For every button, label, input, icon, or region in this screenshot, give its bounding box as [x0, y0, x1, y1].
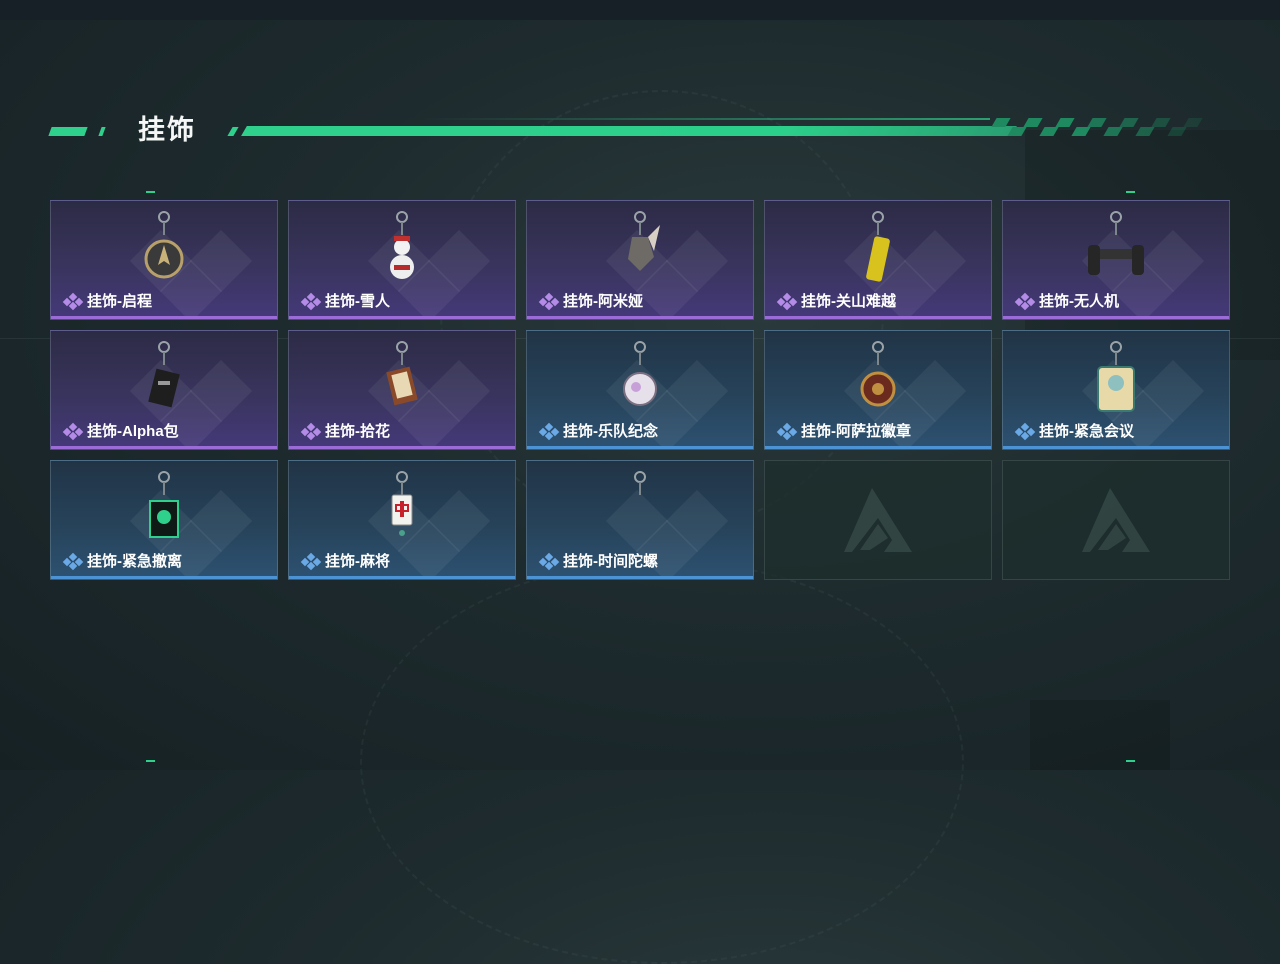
rarity-diamond-icon: [1014, 292, 1036, 310]
snowman-charm-icon: [390, 211, 414, 279]
charm-label: 挂饰-关山难越: [776, 290, 896, 311]
charm-label: 挂饰-乐队纪念: [538, 420, 658, 441]
empty-slot[interactable]: [1002, 460, 1230, 580]
band-badge-charm-icon: [623, 341, 657, 406]
compass-charm-icon: [144, 211, 184, 279]
rarity-bar: [765, 446, 991, 449]
header-accent: [227, 127, 239, 136]
charm-label: 挂饰-Alpha包: [62, 420, 179, 441]
gold-bar-charm-icon: [866, 211, 890, 282]
charm-card[interactable]: 挂饰-时间陀螺: [526, 460, 754, 580]
charm-label: 挂饰-拾花: [300, 420, 390, 441]
charm-label: 挂饰-紧急撤离: [62, 550, 182, 571]
charm-name: 挂饰-启程: [87, 293, 152, 310]
page-title: 挂饰: [138, 115, 196, 145]
charm-name: 挂饰-紧急撤离: [87, 553, 182, 570]
rarity-diamond-icon: [776, 292, 798, 310]
bg-structure: [1030, 700, 1170, 770]
charm-name: 挂饰-麻将: [325, 553, 390, 570]
charm-card[interactable]: 挂饰-关山难越: [764, 200, 992, 320]
charm-label: 挂饰-紧急会议: [1014, 420, 1134, 441]
empty-slot[interactable]: [764, 460, 992, 580]
charm-label: 挂饰-时间陀螺: [538, 550, 658, 571]
rarity-bar: [765, 316, 991, 319]
header-accent: [98, 127, 106, 136]
bg-ring: [360, 560, 964, 964]
charm-name: 挂饰-阿米娅: [563, 293, 643, 310]
flower-frame-charm-icon: [386, 341, 418, 406]
charm-grid: 挂饰-启程 挂饰-雪人 挂饰-阿米娅 挂饰-关山难越 挂饰-无人机 挂饰-Alpha包 挂饰…: [50, 200, 1230, 580]
charm-card[interactable]: 挂饰-无人机: [1002, 200, 1230, 320]
rarity-bar: [527, 316, 753, 319]
rarity-bar: [527, 576, 753, 579]
rarity-bar: [527, 446, 753, 449]
charm-card[interactable]: 挂饰-紧急会议: [1002, 330, 1230, 450]
charm-name: 挂饰-雪人: [325, 293, 390, 310]
charm-card[interactable]: 挂饰-乐队纪念: [526, 330, 754, 450]
rarity-bar: [1003, 446, 1229, 449]
rarity-diamond-icon: [300, 292, 322, 310]
charm-card[interactable]: 挂饰-紧急撤离: [50, 460, 278, 580]
charm-card[interactable]: 挂饰-雪人: [288, 200, 516, 320]
placeholder-logo-icon: [844, 488, 912, 552]
placeholder-logo-icon: [1082, 488, 1150, 552]
charm-name: 挂饰-时间陀螺: [563, 553, 658, 570]
amiya-charm-icon: [628, 211, 660, 271]
rarity-bar: [51, 576, 277, 579]
top-bar: [0, 0, 1280, 20]
header-accent: [48, 127, 88, 136]
charm-name: 挂饰-乐队纪念: [563, 423, 658, 440]
charm-name: 挂饰-无人机: [1039, 293, 1119, 310]
charm-card[interactable]: 挂饰-Alpha包: [50, 330, 278, 450]
emergency-meeting-charm-icon: [1097, 341, 1135, 412]
rarity-diamond-icon: [1014, 422, 1036, 440]
charm-card[interactable]: 挂饰-阿米娅: [526, 200, 754, 320]
charm-card[interactable]: 挂饰-阿萨拉徽章: [764, 330, 992, 450]
rarity-diamond-icon: [300, 552, 322, 570]
rarity-diamond-icon: [62, 292, 84, 310]
corner-tick: [1126, 191, 1135, 193]
charm-label: 挂饰-启程: [62, 290, 152, 311]
rarity-bar: [1003, 316, 1229, 319]
rarity-diamond-icon: [62, 552, 84, 570]
charm-name: 挂饰-Alpha包: [87, 423, 179, 440]
charm-label: 挂饰-阿萨拉徽章: [776, 420, 911, 441]
charm-card[interactable]: 挂饰-麻将: [288, 460, 516, 580]
header-line: [420, 118, 990, 120]
charm-card[interactable]: 挂饰-启程: [50, 200, 278, 320]
time-gyro-charm-icon: [634, 471, 646, 495]
charm-name: 挂饰-紧急会议: [1039, 423, 1134, 440]
drone-charm-icon: [1088, 211, 1144, 275]
charm-name: 挂饰-阿萨拉徽章: [801, 423, 911, 440]
corner-tick: [146, 760, 155, 762]
corner-tick: [146, 191, 155, 193]
charm-label: 挂饰-麻将: [300, 550, 390, 571]
charm-label: 挂饰-阿米娅: [538, 290, 643, 311]
evacuation-charm-icon: [149, 471, 179, 538]
charm-name: 挂饰-关山难越: [801, 293, 896, 310]
rarity-diamond-icon: [776, 422, 798, 440]
mahjong-charm-icon: [391, 471, 413, 536]
header-checker-pattern: [991, 116, 1203, 136]
rarity-bar: [289, 316, 515, 319]
charm-name: 挂饰-拾花: [325, 423, 390, 440]
corner-tick: [1126, 760, 1135, 762]
rarity-diamond-icon: [538, 422, 560, 440]
asala-badge-charm-icon: [860, 341, 896, 407]
charm-label: 挂饰-无人机: [1014, 290, 1119, 311]
alpha-pack-charm-icon: [148, 341, 180, 408]
rarity-bar: [289, 576, 515, 579]
rarity-diamond-icon: [538, 552, 560, 570]
charm-label: 挂饰-雪人: [300, 290, 390, 311]
rarity-diamond-icon: [62, 422, 84, 440]
rarity-diamond-icon: [300, 422, 322, 440]
rarity-diamond-icon: [538, 292, 560, 310]
header-bar: [241, 126, 1017, 136]
charm-card[interactable]: 挂饰-拾花: [288, 330, 516, 450]
rarity-bar: [51, 316, 277, 319]
rarity-bar: [289, 446, 515, 449]
rarity-bar: [51, 446, 277, 449]
